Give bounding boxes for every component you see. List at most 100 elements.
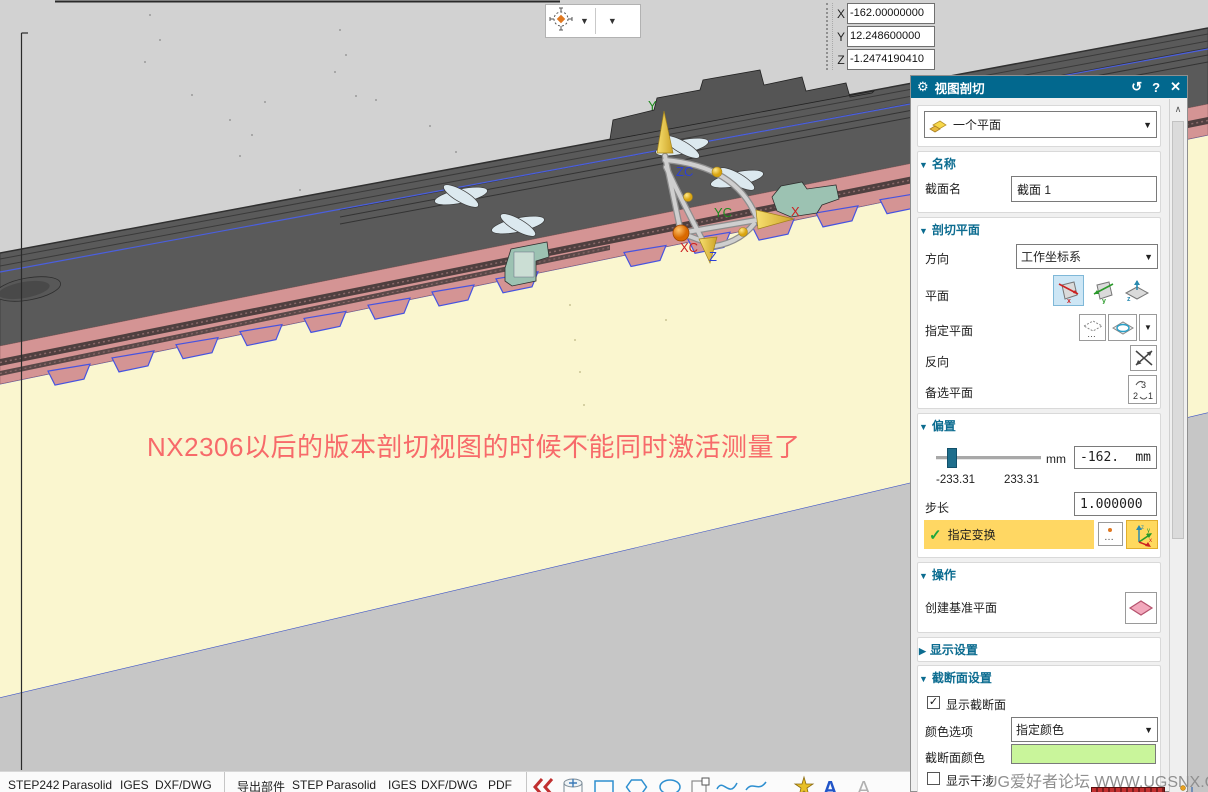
alternate-plane-button[interactable]: 321 bbox=[1128, 375, 1157, 404]
create-datum-label: 创建基准平面 bbox=[925, 599, 997, 616]
scrollbar-thumb[interactable] bbox=[1172, 121, 1184, 539]
export-iges[interactable]: IGES bbox=[120, 778, 149, 792]
y-coordinate-input[interactable]: 12.248600000 bbox=[847, 26, 935, 47]
z-coordinate-label: Z bbox=[835, 53, 847, 67]
statusbar-separator-2 bbox=[526, 772, 527, 792]
offset-section-header[interactable]: ▼ 偏置 bbox=[919, 417, 956, 434]
export-dxfdwg-2[interactable]: DXF/DWG bbox=[421, 778, 478, 792]
toolbar-overflow-caret[interactable]: ▼ bbox=[604, 16, 621, 26]
text-tool-icon[interactable]: A bbox=[817, 775, 843, 792]
plane-dialog-button[interactable]: … bbox=[1079, 314, 1106, 341]
svg-text:2: 2 bbox=[1133, 391, 1138, 401]
reverse-direction-button[interactable] bbox=[1130, 345, 1157, 371]
export-iges-2[interactable]: IGES bbox=[388, 778, 417, 792]
export-parasolid-2[interactable]: Parasolid bbox=[326, 778, 376, 792]
rotate-ball-2[interactable] bbox=[684, 193, 693, 202]
z-axis-label: Z bbox=[709, 249, 717, 264]
text-tool-disabled-icon: A bbox=[851, 775, 877, 792]
checkmark-icon: ✓ bbox=[929, 526, 942, 544]
polygon-icon[interactable] bbox=[620, 775, 653, 792]
offset-value: -162. bbox=[1080, 450, 1135, 465]
statusbar-separator-1 bbox=[224, 772, 225, 792]
direction-label: 方向 bbox=[925, 250, 949, 267]
status-bar: STEP242 Parasolid IGES DXF/DWG 导出部件 STEP… bbox=[0, 771, 910, 792]
export-pdf[interactable]: PDF bbox=[488, 778, 512, 792]
plane-section-header[interactable]: ▼剖切平面 bbox=[919, 221, 980, 238]
create-datum-plane-button[interactable] bbox=[1125, 592, 1157, 624]
close-button[interactable]: ✕ bbox=[1170, 79, 1181, 95]
reset-button[interactable]: ↺ bbox=[1131, 79, 1142, 95]
offset-slider-handle[interactable] bbox=[947, 448, 957, 468]
direction-value: 工作坐标系 bbox=[1021, 248, 1144, 265]
z-coordinate-input[interactable]: -1.2474190410 bbox=[847, 49, 935, 70]
expand-triangle-icon: ▶ bbox=[919, 646, 926, 656]
direction-dropdown[interactable]: 工作坐标系 ▼ bbox=[1016, 244, 1158, 269]
show-interference-checkbox[interactable] bbox=[927, 772, 940, 785]
y-plane-button[interactable]: y bbox=[1087, 275, 1118, 306]
export-dxfdwg[interactable]: DXF/DWG bbox=[155, 778, 212, 792]
point-dialog-button[interactable]: … bbox=[1098, 522, 1123, 546]
export-parasolid[interactable]: Parasolid bbox=[62, 778, 112, 792]
tracker-row-x: X -162.00000000 bbox=[835, 3, 935, 24]
inferred-plane-button[interactable] bbox=[1108, 314, 1137, 341]
star-icon[interactable] bbox=[791, 775, 817, 792]
svg-text:x: x bbox=[1149, 538, 1152, 544]
dialog-titlebar[interactable]: ⚙ 视图剖切 ↺ ? ✕ bbox=[911, 76, 1187, 98]
operation-section-header[interactable]: ▼操作 bbox=[919, 566, 956, 583]
cylinder-icon[interactable] bbox=[558, 775, 588, 792]
collapse-triangle-icon: ▼ bbox=[919, 422, 928, 432]
color-option-label: 颜色选项 bbox=[925, 723, 973, 740]
one-plane-icon bbox=[929, 117, 947, 133]
help-button[interactable]: ? bbox=[1152, 80, 1160, 95]
view-section-dialog: ⚙ 视图剖切 ↺ ? ✕ ∧ 一个平面 ▼ ▼名称 截面名 截面 1 ▼剖切平面 bbox=[910, 75, 1188, 792]
scrollbar-up-arrow[interactable]: ∧ bbox=[1170, 101, 1186, 117]
x-plane-button[interactable]: x bbox=[1053, 275, 1084, 306]
display-settings-header[interactable]: ▶显示设置 bbox=[919, 641, 978, 658]
studio-spline-icon[interactable] bbox=[530, 775, 558, 792]
svg-text:…: … bbox=[1087, 329, 1096, 339]
rotate-ball-3[interactable] bbox=[739, 228, 748, 237]
plane-options-caret[interactable]: ▼ bbox=[1139, 314, 1157, 341]
cross-section-header[interactable]: ▼截断面设置 bbox=[919, 669, 992, 686]
plane-label: 平面 bbox=[925, 287, 949, 304]
csys-manipulator-button[interactable]: zyx bbox=[1126, 520, 1158, 549]
step-value-input[interactable]: 1.000000 bbox=[1074, 492, 1157, 516]
origin-ball[interactable] bbox=[673, 225, 689, 241]
z-plane-button[interactable]: z bbox=[1121, 275, 1152, 306]
specify-transform-label: 指定变换 bbox=[948, 526, 996, 543]
export-part[interactable]: 导出部件 bbox=[237, 778, 285, 792]
section-name-label: 截面名 bbox=[925, 180, 961, 197]
show-section-checkbox[interactable]: ✓ bbox=[927, 696, 940, 709]
section-color-swatch[interactable] bbox=[1011, 744, 1156, 764]
chevron-down-icon: ▼ bbox=[1144, 323, 1152, 332]
ellipse-icon[interactable] bbox=[653, 775, 687, 792]
tracker-drag-grip[interactable] bbox=[826, 3, 833, 70]
chevron-down-icon: ▼ bbox=[1143, 120, 1152, 130]
name-section-header[interactable]: ▼名称 bbox=[919, 155, 956, 172]
specify-transform-row[interactable]: ✓ 指定变换 bbox=[924, 520, 1094, 549]
dialog-scrollbar[interactable]: ∧ bbox=[1169, 99, 1186, 792]
section-name-input[interactable]: 截面 1 bbox=[1011, 176, 1157, 202]
spline-icon[interactable] bbox=[713, 775, 741, 792]
snap-point-icon[interactable] bbox=[546, 7, 576, 36]
svg-text:1: 1 bbox=[1148, 391, 1153, 401]
offset-value-input[interactable]: -162. mm bbox=[1074, 446, 1157, 469]
tracker-row-y: Y 12.248600000 bbox=[835, 26, 935, 47]
rectangle-icon[interactable] bbox=[588, 775, 620, 792]
offset-section-title: 偏置 bbox=[932, 419, 956, 433]
color-option-dropdown[interactable]: 指定颜色 ▼ bbox=[1011, 717, 1158, 742]
y-coordinate-label: Y bbox=[835, 30, 847, 44]
section-type-dropdown[interactable]: 一个平面 ▼ bbox=[924, 111, 1157, 138]
coordinate-tracker: X -162.00000000 Y 12.248600000 Z -1.2474… bbox=[826, 3, 935, 70]
svg-text:y: y bbox=[1147, 528, 1150, 534]
x-coordinate-input[interactable]: -162.00000000 bbox=[847, 3, 935, 24]
snap-dropdown-caret[interactable]: ▼ bbox=[576, 16, 593, 26]
export-step242[interactable]: STEP242 bbox=[8, 778, 59, 792]
step-label: 步长 bbox=[925, 499, 949, 516]
export-step[interactable]: STEP bbox=[292, 778, 323, 792]
canvas-annotation: NX2306以后的版本剖切视图的时候不能同时激活测量了 bbox=[147, 427, 800, 464]
rotate-ball-1[interactable] bbox=[712, 167, 722, 177]
svg-text:…: … bbox=[1104, 532, 1114, 543]
curve-icon[interactable] bbox=[741, 775, 771, 792]
corner-rect-icon[interactable] bbox=[687, 775, 713, 792]
